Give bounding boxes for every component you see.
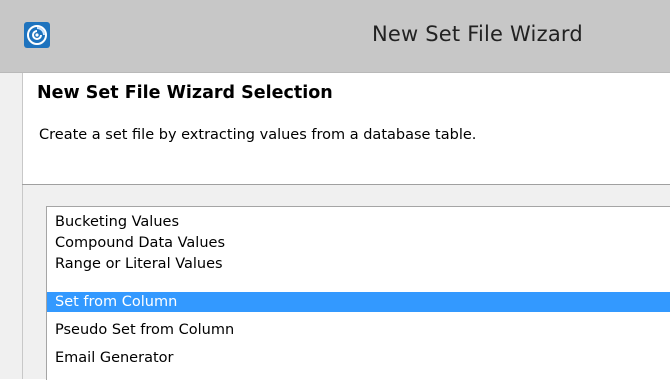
wizard-type-list[interactable]: Bucketing Values Compound Data Values Ra… (46, 206, 670, 380)
wizard-window: New Set File Wizard New Set File Wizard … (0, 0, 670, 380)
list-item-range-or-literal-values[interactable]: Range or Literal Values (47, 254, 670, 274)
list-item-bucketing-values[interactable]: Bucketing Values (47, 212, 670, 232)
page-title: New Set File Wizard Selection (37, 83, 333, 103)
title-bar[interactable]: New Set File Wizard (0, 0, 670, 73)
wizard-banner: New Set File Wizard Selection Create a s… (22, 73, 670, 184)
list-item-pseudo-set-from-column[interactable]: Pseudo Set from Column (47, 320, 670, 340)
list-item-set-from-column[interactable]: Set from Column (47, 292, 670, 312)
list-item-email-generator[interactable]: Email Generator (47, 348, 670, 368)
app-swirl-icon[interactable] (24, 22, 50, 48)
page-description: Create a set file by extracting values f… (39, 127, 477, 143)
window-title: New Set File Wizard (372, 22, 583, 46)
list-item-compound-data-values[interactable]: Compound Data Values (47, 233, 670, 253)
